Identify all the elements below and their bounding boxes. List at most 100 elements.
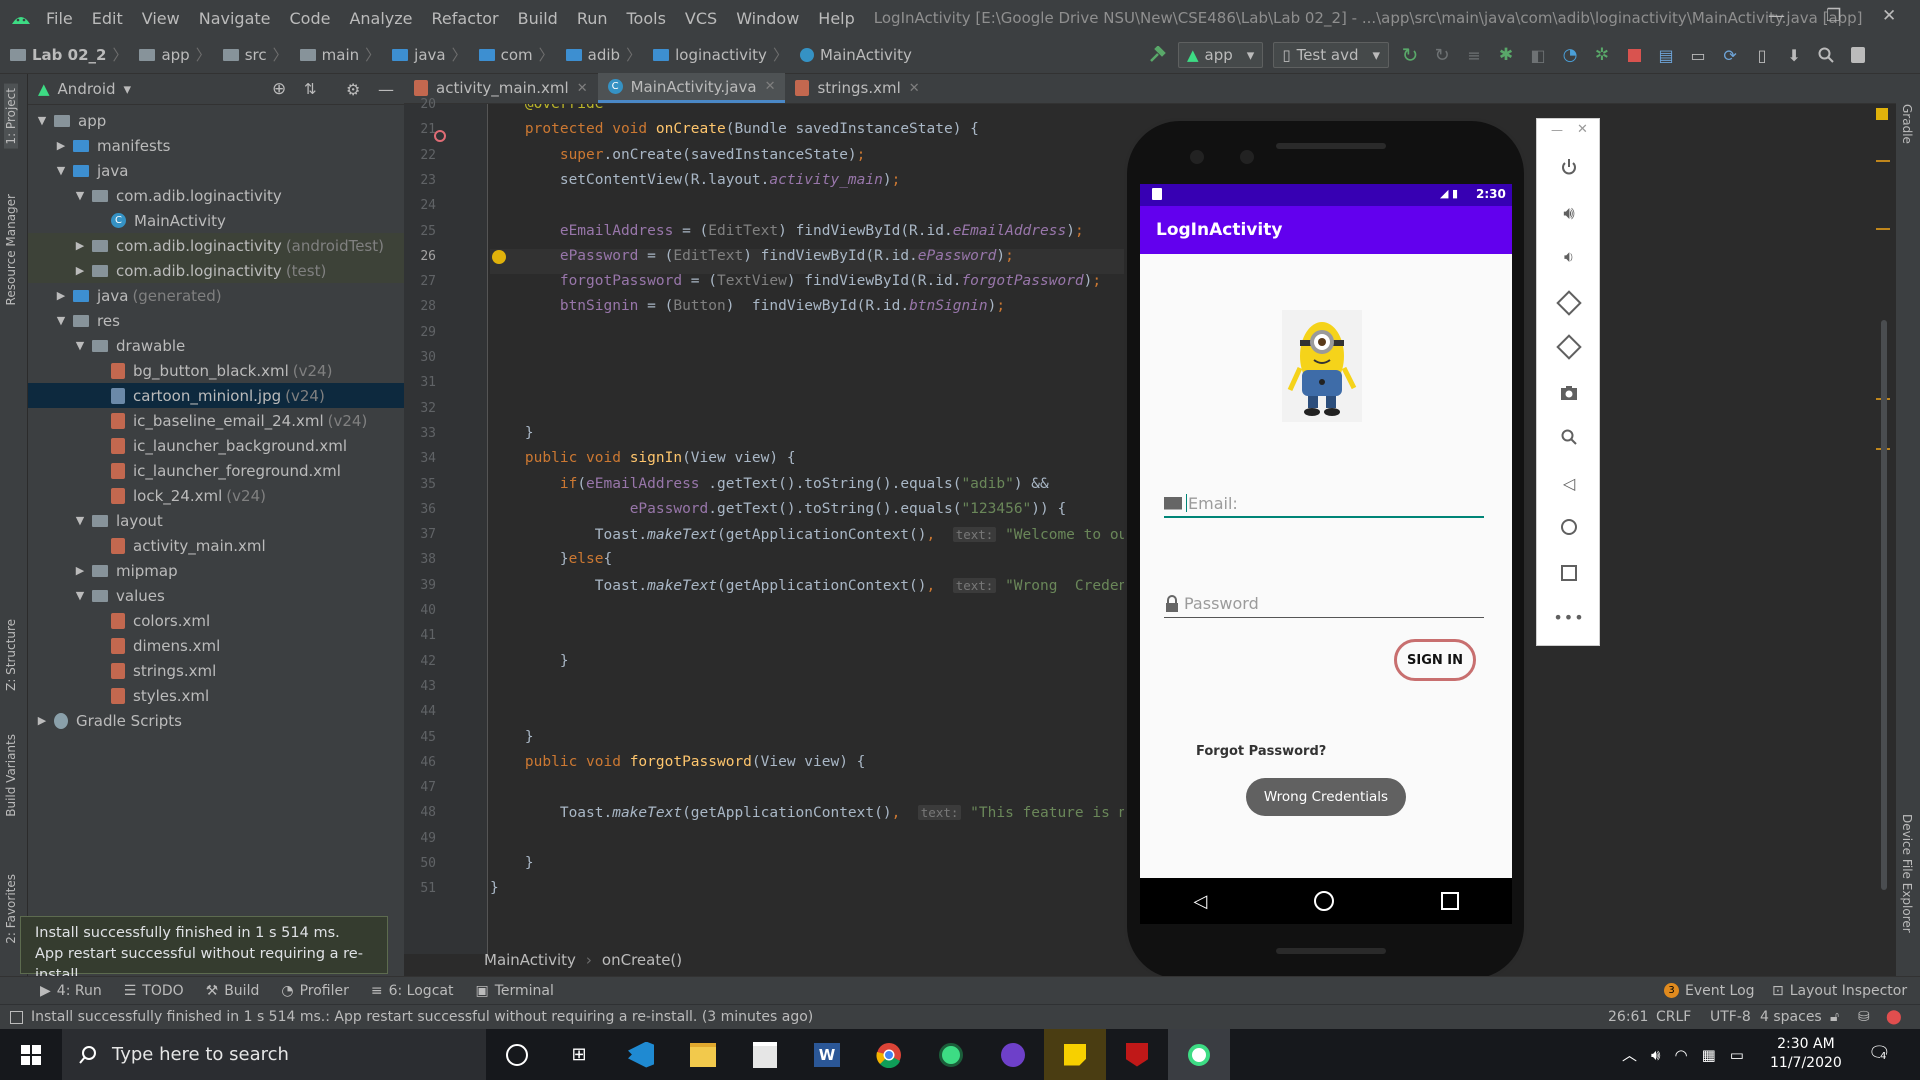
sync-gradle-icon[interactable]: ⟳ bbox=[1719, 44, 1741, 66]
breadcrumb-class[interactable]: MainActivity bbox=[484, 951, 576, 969]
vscode-icon[interactable] bbox=[610, 1029, 672, 1080]
keyboard-icon[interactable]: ▦ bbox=[1702, 1046, 1716, 1064]
minimize-icon[interactable]: — bbox=[1768, 6, 1785, 26]
windows-start-icon[interactable] bbox=[0, 1029, 62, 1080]
file-encoding[interactable]: UTF-8 bbox=[1710, 1009, 1751, 1025]
tree-item[interactable]: ▶ Gradle Scripts bbox=[28, 708, 404, 733]
logcat-tool-button[interactable]: ≡ 6: Logcat bbox=[371, 983, 454, 999]
tree-item[interactable]: styles.xml bbox=[28, 683, 404, 708]
collapsed-arrow-icon[interactable]: ▶ bbox=[72, 264, 88, 277]
chevron-down-icon[interactable]: ▾ bbox=[124, 80, 132, 98]
terminal-tool-button[interactable]: ▣ Terminal bbox=[475, 983, 553, 999]
structure-tab[interactable]: Z: Structure bbox=[4, 619, 18, 691]
tree-item[interactable]: ▶ mipmap bbox=[28, 558, 404, 583]
menu-refactor[interactable]: Refactor bbox=[432, 9, 499, 28]
collapsed-arrow-icon[interactable]: ▶ bbox=[72, 239, 88, 252]
hammer-build-icon[interactable] bbox=[1146, 44, 1168, 66]
lock-icon[interactable]: 🔓︎ bbox=[1830, 1009, 1839, 1025]
email-field[interactable]: Email: bbox=[1164, 490, 1484, 518]
assistant-icon[interactable] bbox=[1847, 44, 1869, 66]
tree-item[interactable]: ▶ com.adib.loginactivity (test) bbox=[28, 258, 404, 283]
tree-item[interactable]: colors.xml bbox=[28, 608, 404, 633]
editor-tab[interactable]: C MainActivity.java ✕ bbox=[597, 73, 786, 103]
menu-help[interactable]: Help bbox=[818, 9, 854, 28]
search-icon[interactable] bbox=[1815, 44, 1837, 66]
indent-setting[interactable]: 4 spaces bbox=[1760, 1009, 1822, 1025]
volume-down-icon[interactable]: 🔉︎ bbox=[1557, 245, 1581, 269]
expanded-arrow-icon[interactable]: ▼ bbox=[72, 514, 88, 527]
collapsed-arrow-icon[interactable]: ▶ bbox=[34, 714, 50, 727]
warning-marker-icon[interactable] bbox=[1876, 108, 1888, 120]
tree-item[interactable]: C MainActivity bbox=[28, 208, 404, 233]
breadcrumb-item[interactable]: adib bbox=[565, 46, 620, 64]
line-separator[interactable]: CRLF bbox=[1656, 1009, 1691, 1025]
tree-item[interactable]: ▼ layout bbox=[28, 508, 404, 533]
battery-icon[interactable]: ▭ bbox=[1730, 1046, 1744, 1064]
sticky-notes-icon[interactable] bbox=[1044, 1029, 1106, 1080]
breadcrumb-item[interactable]: Lab 02_2 bbox=[10, 46, 106, 64]
cortana-icon[interactable] bbox=[486, 1029, 548, 1080]
code-editor[interactable]: @Override protected void onCreate(Bundle… bbox=[490, 104, 1130, 954]
breadcrumb-method[interactable]: onCreate() bbox=[602, 951, 682, 969]
breadcrumb-item[interactable]: MainActivity bbox=[799, 46, 912, 64]
rerun-icon[interactable]: ↻ bbox=[1399, 43, 1421, 67]
menu-edit[interactable]: Edit bbox=[92, 9, 123, 28]
profiler-tool-button[interactable]: ◔ Profiler bbox=[281, 983, 349, 999]
power-icon[interactable] bbox=[1557, 155, 1581, 179]
build-variants-tab[interactable]: Build Variants bbox=[4, 734, 18, 817]
layout-inspector-button[interactable]: ⊡ Layout Inspector bbox=[1772, 983, 1907, 999]
collapsed-arrow-icon[interactable]: ▶ bbox=[53, 289, 69, 302]
expanded-arrow-icon[interactable]: ▼ bbox=[72, 189, 88, 202]
mcafee-icon[interactable] bbox=[1106, 1029, 1168, 1080]
tree-item[interactable]: ▼ app bbox=[28, 108, 404, 133]
volume-icon[interactable]: 🔊︎ bbox=[1651, 1046, 1660, 1064]
breadcrumb-item[interactable]: main bbox=[299, 46, 359, 64]
tree-item[interactable]: ▼ java bbox=[28, 158, 404, 183]
status-toggle-icon[interactable] bbox=[10, 1010, 23, 1024]
github-icon[interactable] bbox=[982, 1029, 1044, 1080]
collapsed-arrow-icon[interactable]: ▶ bbox=[72, 564, 88, 577]
stop-icon[interactable] bbox=[1623, 44, 1645, 66]
expanded-arrow-icon[interactable]: ▼ bbox=[34, 114, 50, 127]
tree-item[interactable]: ic_launcher_foreground.xml bbox=[28, 458, 404, 483]
password-field[interactable]: Password bbox=[1164, 590, 1484, 618]
expanded-arrow-icon[interactable]: ▼ bbox=[53, 314, 69, 327]
breadcrumb-item[interactable]: app bbox=[139, 46, 190, 64]
menu-code[interactable]: Code bbox=[290, 9, 331, 28]
project-structure-icon[interactable]: ▤ bbox=[1655, 44, 1677, 66]
tree-item[interactable]: ▼ res bbox=[28, 308, 404, 333]
run-tool-button[interactable]: ▶ 4: Run bbox=[40, 983, 102, 999]
tree-item[interactable]: ▼ drawable bbox=[28, 333, 404, 358]
device-select[interactable]: ▯ Test avd ▾ bbox=[1273, 42, 1390, 68]
expanded-arrow-icon[interactable]: ▼ bbox=[53, 164, 69, 177]
chevron-up-icon[interactable]: ︿ bbox=[1622, 1044, 1637, 1065]
override-marker-icon[interactable] bbox=[434, 130, 446, 142]
favorites-tab[interactable]: 2: Favorites bbox=[4, 874, 18, 944]
caret-position[interactable]: 26:61 bbox=[1608, 1009, 1648, 1025]
overview-icon[interactable] bbox=[1557, 561, 1581, 585]
chrome-icon[interactable] bbox=[858, 1029, 920, 1080]
tree-item[interactable]: ic_launcher_background.xml bbox=[28, 433, 404, 458]
collapse-all-icon[interactable]: ⇅ bbox=[304, 80, 317, 98]
menu-view[interactable]: View bbox=[142, 9, 180, 28]
close-tab-icon[interactable]: ✕ bbox=[909, 81, 920, 96]
gear-icon[interactable]: ⚙ bbox=[346, 80, 360, 99]
store-icon[interactable] bbox=[734, 1029, 796, 1080]
menu-window[interactable]: Window bbox=[736, 9, 799, 28]
overview-icon[interactable] bbox=[1440, 892, 1459, 910]
back-icon[interactable]: ◁ bbox=[1557, 471, 1581, 495]
tree-item[interactable]: ▶ manifests bbox=[28, 133, 404, 158]
wifi-icon[interactable]: ◠ bbox=[1674, 1046, 1687, 1064]
error-icon[interactable]: ⬤ bbox=[1886, 1009, 1902, 1025]
volume-up-icon[interactable]: 🔊︎ bbox=[1557, 201, 1581, 225]
emulator-close-icon[interactable]: ✕ bbox=[1577, 122, 1588, 137]
tree-item[interactable]: ▼ values bbox=[28, 583, 404, 608]
todo-tool-button[interactable]: ☰ TODO bbox=[124, 983, 184, 999]
tree-item[interactable]: strings.xml bbox=[28, 658, 404, 683]
gradle-tab[interactable]: Gradle bbox=[1900, 104, 1914, 144]
android-studio-icon[interactable] bbox=[920, 1029, 982, 1080]
sdk-manager-icon[interactable]: ⬇ bbox=[1783, 44, 1805, 66]
rotate-right-icon[interactable] bbox=[1556, 334, 1582, 360]
file-explorer-icon[interactable] bbox=[672, 1029, 734, 1080]
screenshot-icon[interactable] bbox=[1557, 381, 1581, 405]
